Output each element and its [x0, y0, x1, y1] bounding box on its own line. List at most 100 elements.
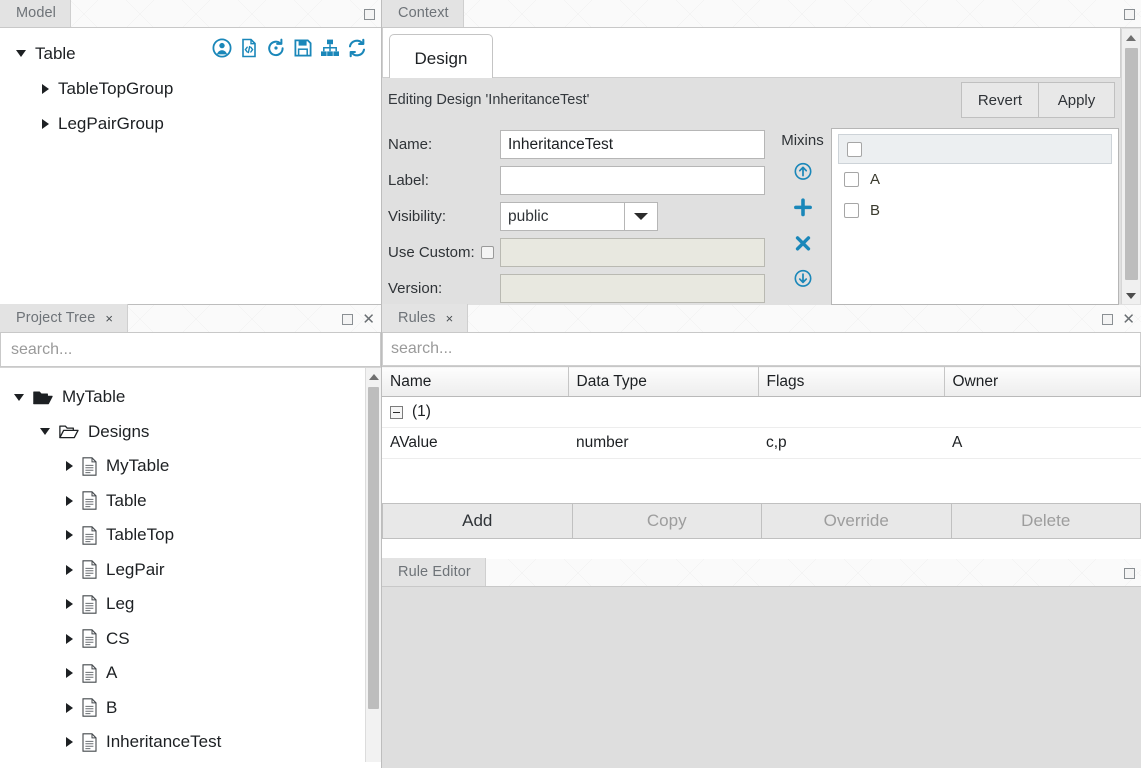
- mixin-list-item[interactable]: A: [832, 164, 1118, 195]
- project-tree-item[interactable]: TableTop: [14, 518, 381, 553]
- scroll-up-icon[interactable]: [1122, 29, 1140, 46]
- project-tree-item[interactable]: Designs: [14, 415, 381, 450]
- tab-model-label: Model: [16, 5, 56, 21]
- collapsed-arrow-icon[interactable]: [66, 495, 73, 506]
- model-tree-item[interactable]: LegPairGroup: [0, 106, 381, 141]
- tab-project-tree[interactable]: Project Tree ×: [0, 304, 129, 332]
- tab-project-tree-label: Project Tree: [16, 310, 96, 326]
- collapsed-arrow-icon[interactable]: [66, 702, 73, 713]
- tab-context[interactable]: Context: [382, 0, 464, 27]
- project-tree-item[interactable]: Leg: [14, 587, 381, 622]
- hierarchy-icon[interactable]: [320, 38, 340, 58]
- visibility-select-value: public: [508, 207, 549, 225]
- project-tree-search-input[interactable]: search...: [0, 333, 381, 367]
- use-custom-checkbox[interactable]: [481, 246, 494, 259]
- project-tree-scrollbar[interactable]: [365, 368, 381, 762]
- project-tree-item[interactable]: B: [14, 691, 381, 726]
- project-tree-item[interactable]: InheritanceTest: [14, 725, 381, 760]
- move-up-icon[interactable]: [792, 162, 814, 181]
- mixin-list-item[interactable]: B: [832, 195, 1118, 226]
- rules-body: search... Name Data Type Flags Owner (1) AVa…: [382, 333, 1141, 555]
- design-form-fields: Name: InheritanceTest Label: Visibility:…: [382, 128, 774, 305]
- collapsed-arrow-icon[interactable]: [66, 599, 73, 610]
- document-icon: [82, 664, 97, 683]
- rules-column-header[interactable]: Data Type: [568, 366, 759, 397]
- expanded-arrow-icon[interactable]: [14, 393, 24, 401]
- rules-panel-buttons: ✕: [1102, 305, 1135, 333]
- scroll-down-icon[interactable]: [1122, 287, 1140, 304]
- rules-tabstrip: Rules × ✕: [382, 304, 1141, 333]
- project-tree-item[interactable]: MyTable: [14, 449, 381, 484]
- model-tree-item[interactable]: TableTopGroup: [0, 71, 381, 106]
- collapsed-arrow-icon[interactable]: [66, 564, 73, 575]
- rules-group-row[interactable]: (1): [382, 396, 1141, 428]
- mixin-checkbox[interactable]: [844, 203, 859, 218]
- chevron-down-icon[interactable]: [625, 202, 658, 231]
- maximize-icon[interactable]: [1102, 313, 1114, 325]
- document-icon: [82, 491, 97, 510]
- table-row[interactable]: AValue number c,p A: [382, 427, 1141, 459]
- expanded-arrow-icon[interactable]: [40, 428, 50, 436]
- history-icon[interactable]: [266, 38, 286, 58]
- maximize-icon[interactable]: [1124, 8, 1135, 20]
- rules-group-label: (1): [412, 403, 431, 420]
- collapsed-arrow-icon[interactable]: [66, 461, 73, 472]
- rule-editor-tabstrip: Rule Editor: [382, 558, 1141, 587]
- tab-design[interactable]: Design: [389, 34, 493, 82]
- close-icon[interactable]: ✕: [362, 311, 375, 327]
- rule-owner: A: [944, 427, 1141, 459]
- context-scrollbar[interactable]: [1121, 29, 1140, 304]
- code-document-icon[interactable]: [239, 38, 259, 58]
- collapsed-arrow-icon[interactable]: [66, 668, 73, 679]
- project-tree-item[interactable]: MyTable: [14, 380, 381, 415]
- expanded-arrow-icon[interactable]: [16, 50, 26, 57]
- add-icon[interactable]: [792, 198, 814, 217]
- apply-button[interactable]: Apply: [1039, 82, 1115, 118]
- mixins-select-all-checkbox[interactable]: [847, 141, 862, 157]
- close-icon[interactable]: ✕: [1122, 311, 1135, 327]
- refresh-icon[interactable]: [347, 38, 367, 58]
- maximize-icon[interactable]: [364, 8, 375, 20]
- revert-button[interactable]: Revert: [960, 82, 1039, 118]
- name-input[interactable]: InheritanceTest: [500, 130, 765, 159]
- project-tree-item[interactable]: Table: [14, 484, 381, 519]
- project-tree-item-label: CS: [106, 628, 130, 648]
- scrollbar-thumb[interactable]: [368, 387, 379, 709]
- collapsed-arrow-icon[interactable]: [42, 118, 49, 129]
- project-tree-item[interactable]: A: [14, 656, 381, 691]
- rules-column-header[interactable]: Owner: [944, 366, 1141, 397]
- model-panel: Model Table TableTopGroup LegPairGroup: [0, 0, 382, 305]
- move-down-icon[interactable]: [792, 269, 814, 288]
- label-input[interactable]: [500, 166, 765, 195]
- tab-close-icon[interactable]: ×: [105, 312, 113, 325]
- mixin-checkbox[interactable]: [844, 172, 859, 187]
- save-icon[interactable]: [293, 38, 313, 58]
- tab-rules[interactable]: Rules ×: [382, 304, 469, 332]
- maximize-icon[interactable]: [1124, 567, 1135, 579]
- remove-icon[interactable]: [792, 234, 814, 253]
- collapsed-arrow-icon[interactable]: [42, 83, 49, 94]
- group-collapse-icon[interactable]: [390, 405, 403, 419]
- visibility-select[interactable]: public: [500, 202, 625, 231]
- tab-rule-editor[interactable]: Rule Editor: [382, 558, 486, 586]
- scrollbar-thumb[interactable]: [1125, 48, 1138, 280]
- mixin-label: A: [870, 171, 881, 188]
- rules-column-header[interactable]: Name: [382, 366, 569, 397]
- tab-close-icon[interactable]: ×: [446, 312, 454, 325]
- context-scroll-content: Design Editing Design 'InheritanceTest' …: [382, 28, 1121, 305]
- context-panel: Context Design Editing Design 'Inheritan…: [382, 0, 1141, 305]
- project-tree-list: MyTable Designs MyTable Table TableTop LegPai…: [0, 368, 381, 760]
- collapsed-arrow-icon[interactable]: [66, 530, 73, 541]
- collapsed-arrow-icon[interactable]: [66, 737, 73, 748]
- project-tree-item[interactable]: LegPair: [14, 553, 381, 588]
- maximize-icon[interactable]: [342, 313, 354, 325]
- tab-model[interactable]: Model: [0, 0, 71, 27]
- editing-bar: Editing Design 'InheritanceTest' Revert …: [382, 78, 1121, 122]
- add-button[interactable]: Add: [382, 503, 573, 539]
- scroll-up-icon[interactable]: [366, 368, 381, 385]
- collapsed-arrow-icon[interactable]: [66, 633, 73, 644]
- user-icon[interactable]: [212, 38, 232, 58]
- rules-search-input[interactable]: search...: [382, 333, 1141, 366]
- rules-column-header[interactable]: Flags: [758, 366, 945, 397]
- project-tree-item[interactable]: CS: [14, 622, 381, 657]
